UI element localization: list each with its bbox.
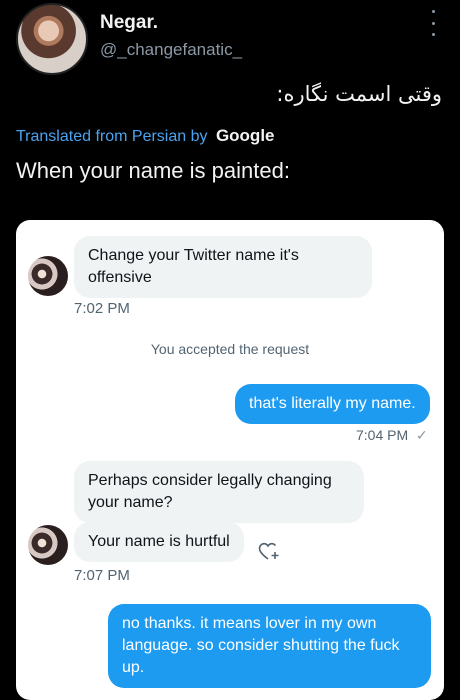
sender-avatar [28, 256, 68, 296]
incoming-message: Change your Twitter name it's offensive [74, 236, 372, 298]
profile-avatar[interactable] [16, 3, 88, 75]
tweet-translation: When your name is painted: [16, 158, 290, 183]
outgoing-message: no thanks. it means lover in my own lang… [108, 604, 431, 688]
message-time: 7:02 PM [74, 300, 130, 317]
outgoing-message: that's literally my name. [235, 384, 430, 424]
sent-check-icon: ✓ [416, 427, 428, 443]
display-name[interactable]: Negar. [100, 12, 158, 34]
dm-screenshot-card: Change your Twitter name it's offensive … [16, 220, 444, 700]
translation-attribution[interactable]: Translated from Persian by Google [16, 126, 275, 146]
message-time: 7:04 PM ✓ [356, 427, 428, 444]
add-reaction-heart-icon[interactable] [256, 538, 282, 564]
more-vertical-icon[interactable] [428, 10, 438, 36]
user-handle[interactable]: @_changefanatic_ [100, 40, 242, 60]
request-accepted-notice: You accepted the request [150, 341, 310, 357]
incoming-message: Perhaps consider legally changing your n… [74, 461, 364, 523]
tweet-original-text: وقتی اسمت نگاره: [276, 82, 442, 106]
incoming-message: Your name is hurtful [74, 522, 244, 562]
translated-from-label[interactable]: Translated from Persian by [16, 128, 207, 145]
sender-avatar [28, 525, 68, 565]
message-time: 7:07 PM [74, 567, 130, 584]
google-logo: Google [215, 126, 275, 145]
message-time-label: 7:04 PM [356, 427, 409, 443]
